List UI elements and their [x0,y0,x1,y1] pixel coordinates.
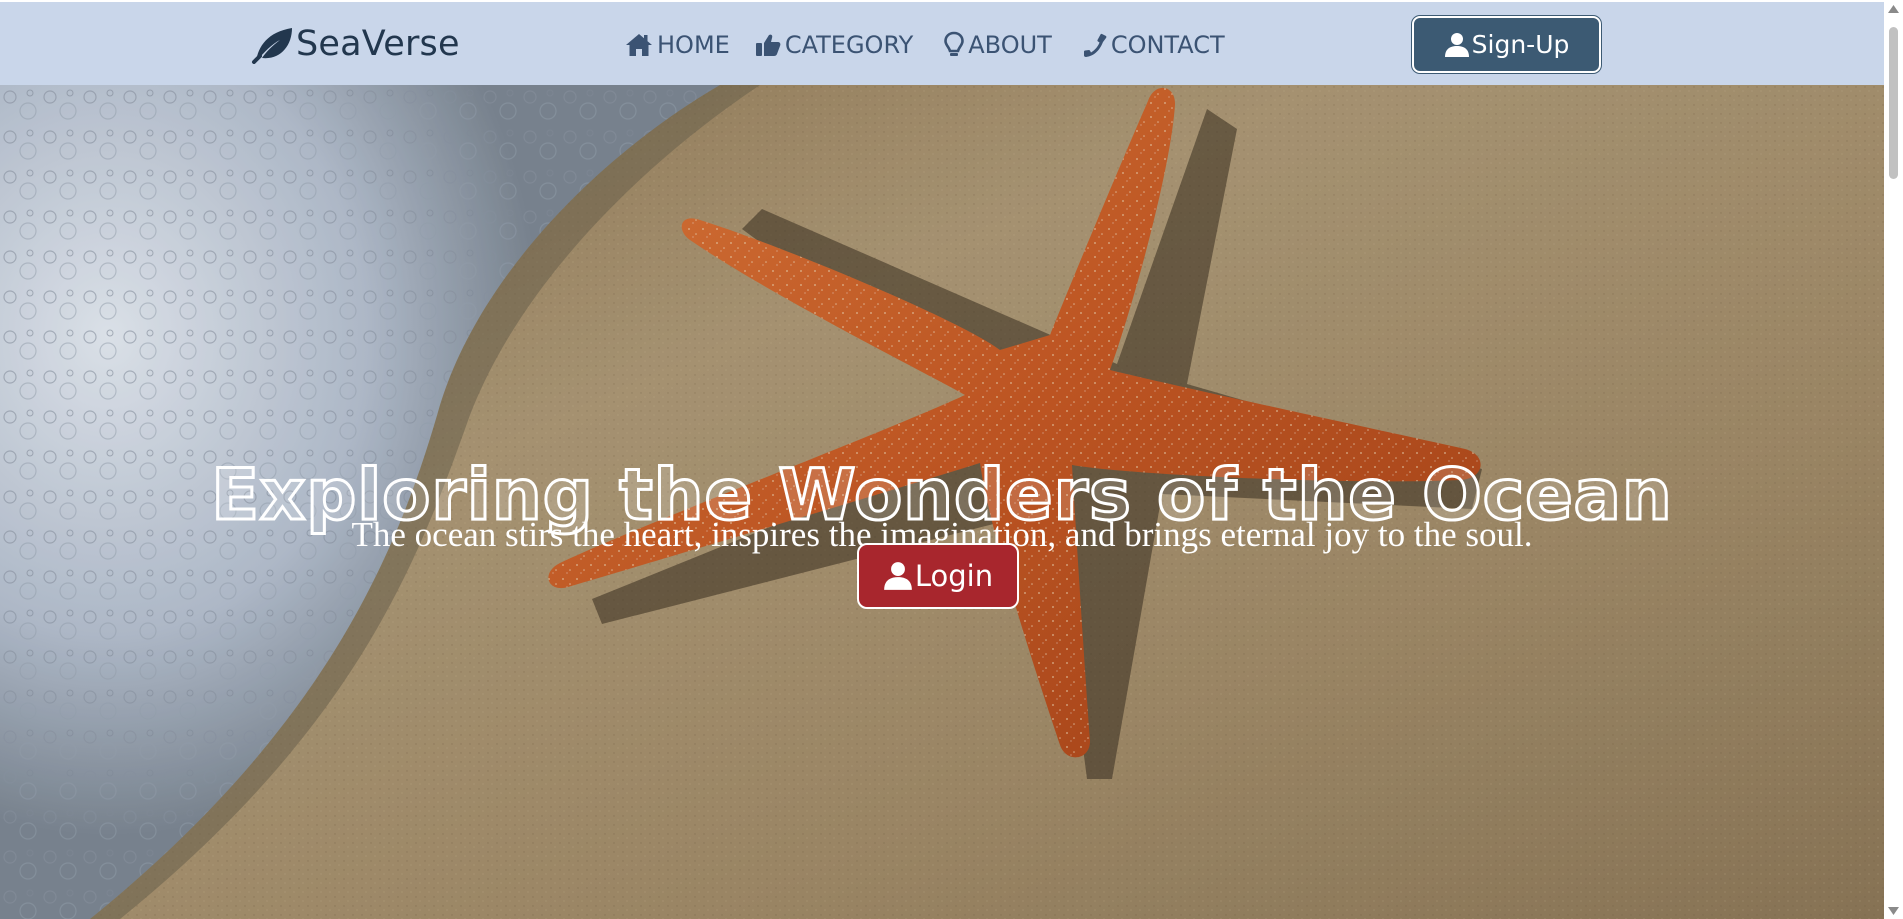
login-label: Login [914,559,994,593]
main-nav: HOME CATEGORY ABOUT CONTACT [625,27,1256,63]
nav-contact-label: CONTACT [1110,31,1225,59]
brand-name: SeaVerse [296,24,460,64]
lightbulb-icon [944,31,965,59]
leaf-icon [250,24,294,64]
scroll-down-arrow-icon[interactable] [1884,902,1903,919]
scroll-up-arrow-icon[interactable] [1884,0,1903,17]
phone-icon [1083,32,1107,58]
nav-contact[interactable]: CONTACT [1083,31,1225,59]
nav-about[interactable]: ABOUT [944,31,1052,59]
brand-logo[interactable]: SeaVerse [250,22,460,66]
hero-section: Exploring the Wonders of the Ocean The o… [0,85,1884,919]
signup-button[interactable]: Sign-Up [1412,16,1601,73]
navbar: SeaVerse HOME CATEGORY ABOUT CONTACT Sig… [0,0,1884,85]
nav-category-label: CATEGORY [784,31,914,59]
thumbs-up-icon [755,32,781,58]
user-icon [883,561,913,591]
nav-home[interactable]: HOME [625,31,730,59]
signup-label: Sign-Up [1471,30,1570,59]
nav-about-label: ABOUT [968,31,1052,59]
vertical-scrollbar[interactable] [1884,0,1903,919]
login-button[interactable]: Login [857,543,1019,609]
page-viewport: SeaVerse HOME CATEGORY ABOUT CONTACT Sig… [0,0,1884,919]
user-icon [1444,32,1470,58]
house-icon [625,32,653,58]
scrollbar-thumb[interactable] [1889,27,1898,179]
nav-home-label: HOME [657,31,730,59]
nav-category[interactable]: CATEGORY [755,31,913,59]
